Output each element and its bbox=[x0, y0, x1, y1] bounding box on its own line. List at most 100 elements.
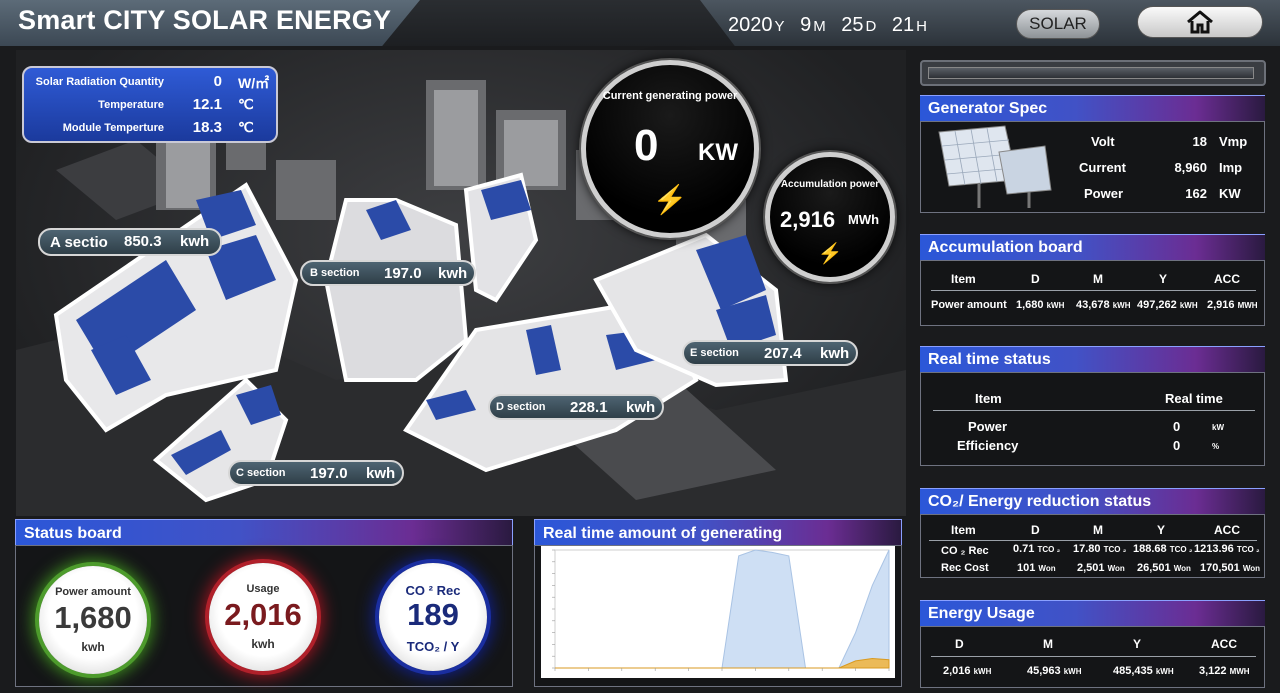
spec-value: 8,960 bbox=[1174, 160, 1207, 175]
divider bbox=[931, 290, 1256, 291]
env-unit: ℃ bbox=[238, 96, 254, 112]
value: 497,262 bbox=[1137, 299, 1177, 311]
unit: MWH bbox=[1237, 301, 1258, 310]
section-d-label[interactable]: D section 228.1 kwh bbox=[488, 394, 664, 420]
co2-acc: 1213.96 TCO ₂ bbox=[1194, 543, 1260, 555]
table-header: ACC bbox=[1214, 272, 1240, 286]
table-header: M bbox=[1093, 523, 1103, 537]
section-value: 228.1 bbox=[570, 399, 608, 416]
date-display: 2020 Y 9M 25 D 21 H bbox=[728, 14, 937, 37]
home-button[interactable] bbox=[1137, 6, 1263, 38]
section-e-label[interactable]: E section 207.4 kwh bbox=[682, 340, 858, 366]
cost-acc: 170,501 Won bbox=[1200, 562, 1260, 574]
value: 170,501 bbox=[1200, 562, 1240, 574]
env-value: 12.1 bbox=[192, 96, 222, 113]
accumulation-board-panel: Item D M Y ACC Power amount 1,680 kWH 43… bbox=[920, 260, 1265, 326]
env-label: Temperature bbox=[98, 99, 164, 111]
accumulation-year: 497,262 kWH bbox=[1137, 299, 1198, 311]
co2-status-title: CO₂/ Energy reduction status bbox=[920, 488, 1265, 514]
energy-usage-title: Energy Usage bbox=[920, 600, 1265, 626]
current-power-label: Current generating power bbox=[602, 90, 738, 102]
month-unit: M bbox=[813, 18, 826, 35]
table-header: Y bbox=[1133, 637, 1142, 651]
realtime-chart-title: Real time amount of generating bbox=[534, 519, 902, 547]
value: 2,501 bbox=[1077, 562, 1105, 574]
generator-spec-title: Generator Spec bbox=[920, 95, 1265, 121]
status-board-title: Status board bbox=[15, 519, 513, 547]
usage-day: 2,016 kWH bbox=[943, 665, 991, 677]
env-label: Module Temperture bbox=[62, 122, 164, 134]
table-header: Y bbox=[1157, 523, 1166, 537]
section-unit: kwh bbox=[820, 345, 850, 362]
realtime-status-panel: Item Real time Power 0 kW Efficiency 0 % bbox=[920, 372, 1265, 466]
unit: Won bbox=[1242, 564, 1261, 573]
accumulation-power-gauge: Accumulation power 2,916 MWh ⚡ bbox=[765, 152, 895, 282]
current-power-unit: KW bbox=[698, 139, 738, 166]
home-icon bbox=[1187, 10, 1213, 34]
power-amount-orb: Power amount 1,680 kwh bbox=[39, 566, 147, 674]
env-unit: ℃ bbox=[238, 119, 254, 135]
accumulation-month: 43,678 kWH bbox=[1076, 299, 1131, 311]
accumulation-power-unit: MWh bbox=[848, 212, 880, 227]
row-label: CO ₂ Rec bbox=[941, 545, 989, 557]
usage-month: 45,963 kWH bbox=[1027, 665, 1082, 677]
value: 26,501 bbox=[1137, 562, 1171, 574]
date-month: 9 bbox=[800, 14, 812, 36]
co2-month: 17.80 TCO ₂ bbox=[1073, 543, 1126, 555]
status-label: Power bbox=[968, 419, 1008, 434]
section-b-label[interactable]: B section 197.0 kwh bbox=[300, 260, 476, 286]
table-header: Item bbox=[975, 391, 1002, 406]
env-value: 0 bbox=[213, 73, 222, 90]
bolt-icon: ⚡ bbox=[817, 243, 843, 265]
section-name: A sectio bbox=[50, 234, 108, 251]
spec-value: 162 bbox=[1185, 186, 1207, 201]
value: 17.80 bbox=[1073, 543, 1101, 555]
plot-area bbox=[554, 549, 890, 669]
status-value: 0 bbox=[1173, 438, 1181, 453]
table-header: Real time bbox=[1165, 391, 1223, 406]
unit: kWH bbox=[1046, 301, 1065, 310]
unit: Won bbox=[1173, 564, 1191, 573]
table-header: ACC bbox=[1211, 637, 1237, 651]
table-header: D bbox=[1031, 523, 1040, 537]
accumulation-day: 1,680 kWH bbox=[1016, 299, 1064, 311]
spec-unit: Imp bbox=[1219, 160, 1243, 175]
table-header: M bbox=[1093, 272, 1103, 286]
unit: kWH bbox=[973, 667, 992, 676]
spec-label: Power bbox=[1084, 186, 1124, 201]
hour-unit: H bbox=[916, 18, 928, 35]
section-unit: kwh bbox=[438, 265, 468, 282]
orb-label: CO ² Rec bbox=[405, 583, 461, 598]
table-header: Item bbox=[951, 523, 976, 537]
section-c-label[interactable]: C section 197.0 kwh bbox=[228, 460, 404, 486]
solar-button[interactable]: SOLAR bbox=[1016, 9, 1100, 39]
date-hour: 21 bbox=[891, 14, 915, 36]
unit: kWH bbox=[1112, 301, 1131, 310]
env-row-temperature: Temperature 12.1 ℃ bbox=[24, 94, 280, 117]
spec-value: 18 bbox=[1192, 134, 1207, 149]
co2-day: 0.71 TCO ₂ bbox=[1013, 543, 1060, 555]
row-label: Power amount bbox=[931, 299, 1007, 311]
value: 45,963 bbox=[1027, 665, 1061, 677]
divider bbox=[933, 410, 1255, 411]
section-value: 197.0 bbox=[384, 265, 422, 282]
env-row-radiation: Solar Radiation Quantity 0 W/㎡ bbox=[24, 71, 280, 94]
table-header: M bbox=[1043, 637, 1053, 651]
orb-unit: kwh bbox=[251, 637, 275, 651]
table-header: ACC bbox=[1214, 523, 1240, 537]
env-row-module-temperature: Module Temperture 18.3 ℃ bbox=[24, 117, 280, 140]
accumulation-power-label: Accumulation power bbox=[780, 179, 880, 190]
co2-year: 188.68 TCO ₂ bbox=[1133, 543, 1192, 555]
section-name: C section bbox=[236, 467, 286, 479]
co2-rec-orb: CO ² Rec 189 TCO₂ / Y bbox=[379, 563, 487, 671]
value: 101 bbox=[1017, 562, 1036, 574]
usage-acc: 3,122 MWH bbox=[1199, 665, 1250, 677]
value: 485,435 bbox=[1113, 665, 1153, 677]
solar-panel-icon bbox=[938, 125, 1052, 208]
section-unit: kwh bbox=[180, 233, 210, 250]
cost-month: 2,501 Won bbox=[1077, 562, 1125, 574]
status-label: Efficiency bbox=[957, 438, 1019, 453]
section-a-label[interactable]: A sectio 850.3 kwh bbox=[38, 228, 222, 256]
current-power-gauge: Current generating power 0 KW ⚡ bbox=[581, 60, 759, 238]
realtime-chart-svg bbox=[552, 549, 890, 671]
